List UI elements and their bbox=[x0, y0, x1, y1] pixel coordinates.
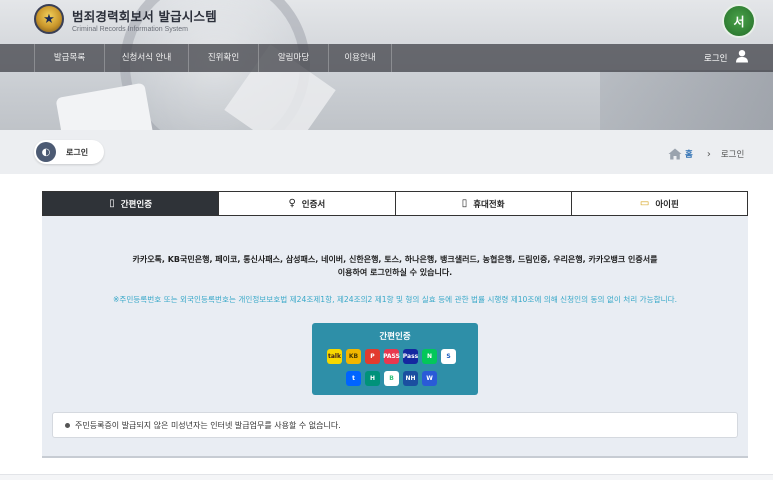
breadcrumb-current: 로그인 bbox=[720, 150, 745, 160]
page-title-pill: ◐ 로그인 bbox=[34, 140, 104, 164]
main-nav: 발급목록 신청서식 안내 진위확인 알림마당 이용안내 bbox=[0, 44, 773, 72]
breadcrumb-band bbox=[0, 130, 773, 174]
auth-content-panel: 카카오톡, KB국민은행, 페이코, 통신사패스, 삼성패스, 네이버, 신한은… bbox=[42, 216, 748, 458]
header-login-link[interactable]: 로그인 bbox=[704, 52, 727, 64]
toss-icon: t bbox=[346, 371, 361, 386]
site-subtitle: Criminal Records Information System bbox=[72, 25, 188, 33]
easy-auth-title: 간편인증 bbox=[379, 332, 411, 342]
site-title: 범죄경력회보서 발급시스템 bbox=[72, 8, 217, 24]
breadcrumb-separator-icon: › bbox=[706, 148, 711, 160]
login-page-icon: ◐ bbox=[36, 142, 56, 162]
ipin-icon: ▭ bbox=[639, 198, 650, 209]
minor-notice-text: 주민등록증이 발급되지 않은 미성년자는 인터넷 발급업무를 사용할 수 없습니… bbox=[75, 421, 341, 430]
auth-method-tabs: ▯ 간편인증 ♀ 인증서 ▯ 휴대전화 ▭ 아이핀 bbox=[42, 191, 748, 216]
minor-notice-box: 주민등록증이 발급되지 않은 미성년자는 인터넷 발급업무를 사용할 수 없습니… bbox=[52, 412, 738, 438]
woori-bank-icon: W bbox=[422, 371, 437, 386]
kb-bank-icon: KB bbox=[346, 349, 361, 364]
tab-easy-auth[interactable]: ▯ 간편인증 bbox=[43, 192, 219, 215]
nav-item-issue-list[interactable]: 발급목록 bbox=[34, 44, 104, 72]
nh-bank-icon: NH bbox=[403, 371, 418, 386]
footer-divider bbox=[0, 474, 773, 480]
page-title: 로그인 bbox=[66, 147, 89, 157]
banner-decoration-paper bbox=[55, 82, 155, 130]
payco-icon: P bbox=[365, 349, 380, 364]
phone-icon: ▯ bbox=[461, 198, 468, 209]
banner-decoration-shape bbox=[600, 70, 773, 130]
shinhan-icon: S bbox=[441, 349, 456, 364]
banksalad-icon: B bbox=[384, 371, 399, 386]
user-icon[interactable] bbox=[735, 49, 749, 63]
site-logo[interactable]: ★ 범죄경력회보서 발급시스템 Criminal Records Informa… bbox=[34, 4, 217, 34]
tab-mobile-phone[interactable]: ▯ 휴대전화 bbox=[394, 192, 571, 215]
hana-bank-icon: H bbox=[365, 371, 380, 386]
tab-label: 휴대전화 bbox=[473, 199, 505, 210]
tab-label: 아이핀 bbox=[655, 199, 679, 210]
government-badge-icon[interactable]: 서 bbox=[722, 4, 756, 38]
kakao-icon: talk bbox=[327, 349, 342, 364]
description-line-2: 이용하여 로그인하실 수 있습니다. bbox=[337, 268, 453, 277]
nav-item-verify[interactable]: 진위확인 bbox=[188, 44, 258, 72]
easy-auth-button[interactable]: 간편인증 talk KB P PASS Pass N S t H B NH W bbox=[312, 323, 478, 395]
certificate-icon: ♀ bbox=[288, 198, 296, 209]
tab-label: 인증서 bbox=[301, 199, 326, 210]
nav-item-form-guide[interactable]: 신청서식 안내 bbox=[104, 44, 188, 72]
breadcrumb: 홈 › 로그인 bbox=[668, 148, 744, 160]
police-emblem-icon: ★ bbox=[34, 4, 64, 34]
tab-certificate[interactable]: ♀ 인증서 bbox=[218, 192, 395, 215]
naver-icon: N bbox=[422, 349, 437, 364]
tab-ipin[interactable]: ▭ 아이핀 bbox=[570, 192, 747, 215]
nav-item-usage-guide[interactable]: 이용안내 bbox=[328, 44, 392, 72]
description-line-1: 카카오톡, KB국민은행, 페이코, 통신사패스, 삼성패스, 네이버, 신한은… bbox=[132, 255, 658, 264]
privacy-notice: ※주민등록번호 또는 외국인등록번호는 개인정보보호법 제24조제1항, 제24… bbox=[112, 295, 678, 304]
breadcrumb-home-link[interactable]: 홈 bbox=[685, 148, 693, 160]
nav-item-notice[interactable]: 알림마당 bbox=[258, 44, 328, 72]
tab-label: 간편인증 bbox=[120, 199, 153, 210]
mobile-icon: ▯ bbox=[109, 198, 115, 209]
bullet-icon bbox=[65, 423, 70, 428]
pass-icon: PASS bbox=[383, 349, 400, 364]
home-icon[interactable] bbox=[668, 148, 682, 160]
samsung-pass-icon: Pass bbox=[403, 349, 418, 364]
